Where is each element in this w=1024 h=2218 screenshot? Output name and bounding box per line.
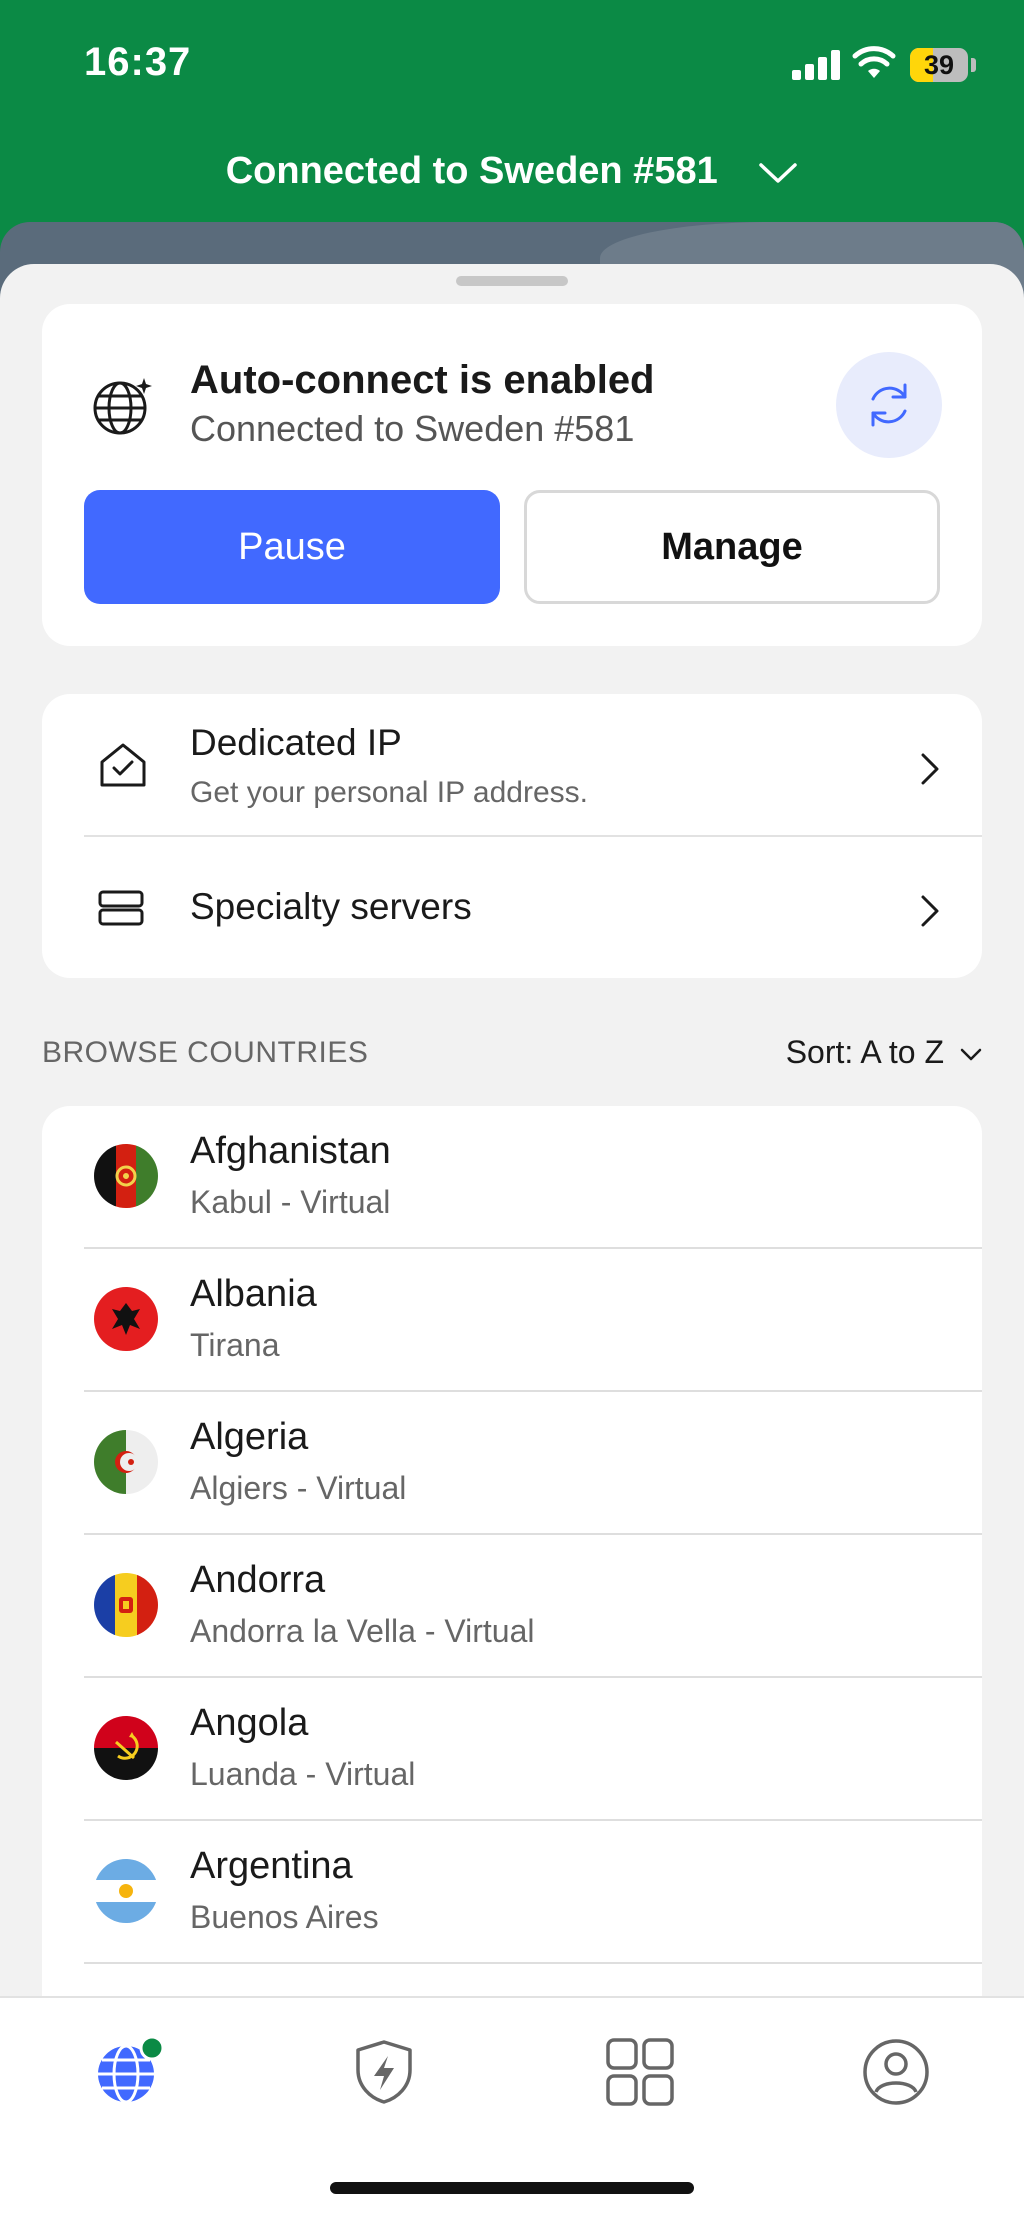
- sort-dropdown[interactable]: Sort: A to Z: [786, 1034, 982, 1071]
- globe-icon: [98, 2035, 165, 2104]
- dedicated-ip-subtitle: Get your personal IP address.: [190, 776, 588, 809]
- profile-icon: [863, 2039, 929, 2105]
- country-city: Buenos Aires: [190, 1899, 379, 1935]
- country-name: Andorra: [190, 1559, 326, 1601]
- tab-protection[interactable]: [348, 2036, 420, 2108]
- chevron-down-icon[interactable]: [758, 161, 798, 185]
- country-city: Luanda - Virtual: [190, 1756, 416, 1792]
- chevron-down-icon: [960, 1048, 982, 1060]
- country-name: Argentina: [190, 1845, 353, 1887]
- tab-services[interactable]: [604, 2036, 676, 2108]
- country-list: Afghanistan Kabul - Virtual Albania Tira…: [42, 1106, 982, 2006]
- country-name: Angola: [190, 1702, 309, 1744]
- country-name: Albania: [190, 1273, 317, 1315]
- specialty-servers-title: Specialty servers: [190, 886, 472, 927]
- home-indicator: [330, 2182, 694, 2194]
- afghanistan-flag-icon: [94, 1144, 158, 1208]
- argentina-flag-icon: [94, 1859, 158, 1923]
- chevron-right-icon: [921, 753, 939, 785]
- angola-flag-icon: [94, 1716, 158, 1780]
- sheet-drag-handle[interactable]: [456, 276, 568, 286]
- refresh-icon: [871, 383, 907, 427]
- country-name: Algeria: [190, 1416, 309, 1458]
- shield-bolt-icon: [356, 2040, 412, 2104]
- wifi-icon: [852, 46, 896, 78]
- battery-tip: [971, 58, 976, 72]
- andorra-flag-icon: [94, 1573, 158, 1637]
- country-row-albania[interactable]: Albania Tirana: [42, 1249, 982, 1392]
- status-time: 16:37: [84, 40, 192, 84]
- country-city: Algiers - Virtual: [190, 1470, 407, 1506]
- tab-countries[interactable]: [92, 2035, 165, 2108]
- dedicated-ip-title: Dedicated IP: [190, 722, 402, 763]
- connection-title: Connected to Sweden #581: [225, 150, 718, 192]
- battery-percentage: 39: [923, 50, 955, 80]
- options-card: Dedicated IP Get your personal IP addres…: [42, 694, 982, 978]
- row-divider: [84, 1962, 982, 1964]
- battery-icon: 39: [910, 48, 968, 82]
- manage-button[interactable]: Manage: [524, 490, 940, 604]
- dedicated-ip-row[interactable]: Dedicated IP Get your personal IP addres…: [42, 694, 982, 837]
- country-city: Tirana: [190, 1327, 280, 1363]
- specialty-servers-row[interactable]: Specialty servers: [42, 836, 982, 978]
- country-name: Afghanistan: [190, 1130, 391, 1172]
- country-row-afghanistan[interactable]: Afghanistan Kabul - Virtual: [42, 1106, 982, 1249]
- cellular-signal-icon: [792, 50, 842, 80]
- browse-countries-label: BROWSE COUNTRIES: [42, 1036, 369, 1069]
- globe-sparkle-icon: [93, 378, 152, 435]
- country-row-algeria[interactable]: Algeria Algiers - Virtual: [42, 1392, 982, 1535]
- autoconnect-card: Auto-connect is enabled Connected to Swe…: [42, 304, 982, 646]
- chevron-right-icon: [921, 895, 939, 927]
- albania-flag-icon: [94, 1287, 158, 1351]
- sort-label: Sort: A to Z: [785, 1034, 944, 1070]
- connection-header[interactable]: Connected to Sweden #581: [0, 150, 1024, 193]
- country-row-argentina[interactable]: Argentina Buenos Aires: [42, 1821, 982, 1964]
- status-bar: 16:37 39: [0, 0, 1024, 130]
- tab-profile[interactable]: [860, 2036, 932, 2108]
- pause-button[interactable]: Pause: [84, 490, 500, 604]
- country-row-andorra[interactable]: Andorra Andorra la Vella - Virtual: [42, 1535, 982, 1678]
- autoconnect-subtitle: Connected to Sweden #581: [190, 408, 635, 449]
- house-check-icon: [100, 743, 146, 787]
- bottom-sheet: Auto-connect is enabled Connected to Swe…: [0, 264, 1024, 2006]
- reconnect-button[interactable]: [836, 352, 942, 458]
- autoconnect-title: Auto-connect is enabled: [190, 358, 655, 402]
- grid-icon: [606, 2038, 674, 2106]
- country-city: Andorra la Vella - Virtual: [190, 1613, 535, 1649]
- servers-icon: [98, 890, 144, 926]
- algeria-flag-icon: [94, 1430, 158, 1494]
- country-city: Kabul - Virtual: [190, 1184, 391, 1220]
- country-row-angola[interactable]: Angola Luanda - Virtual: [42, 1678, 982, 1821]
